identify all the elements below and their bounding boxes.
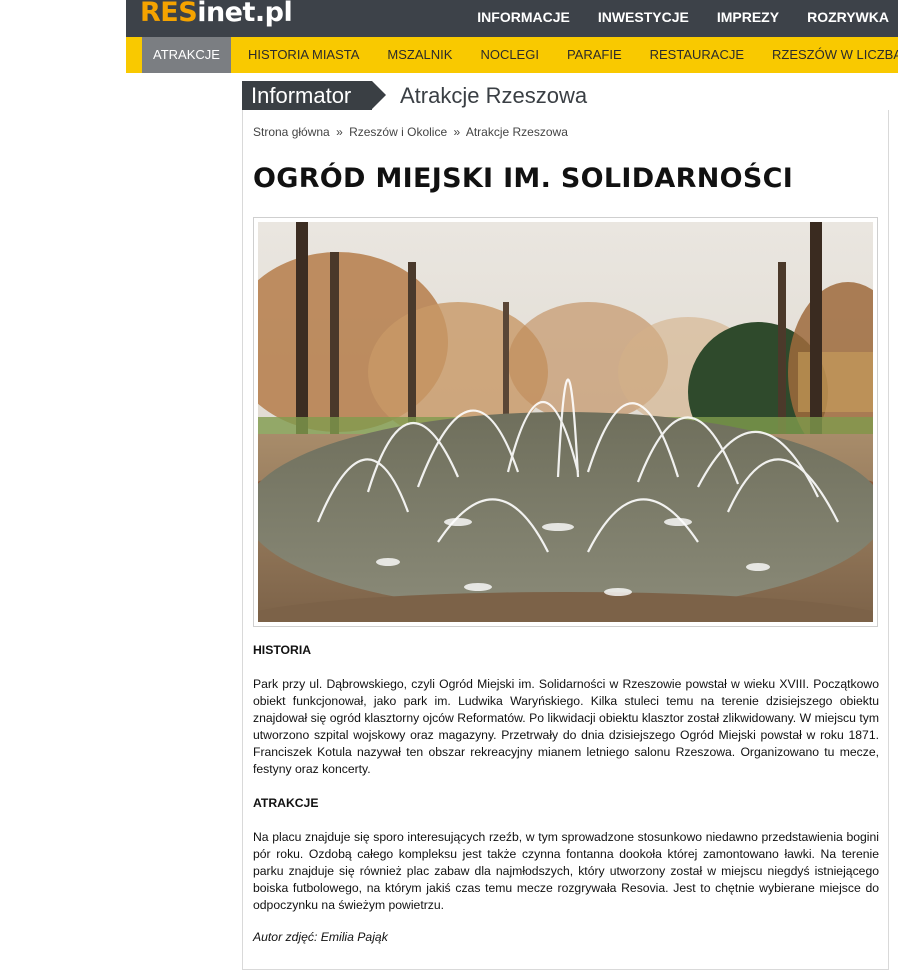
subnav-mszalnik[interactable]: MSZALNIK <box>373 37 466 73</box>
breadcrumb-level1[interactable]: Rzeszów i Okolice <box>349 125 447 139</box>
subnav-parafie[interactable]: PARAFIE <box>553 37 636 73</box>
subnav-atrakcje[interactable]: ATRAKCJE <box>142 37 231 73</box>
subnav-historia-miasta[interactable]: HISTORIA MIASTA <box>234 37 373 73</box>
section-header: Informator Atrakcje Rzeszowa <box>242 81 889 110</box>
heading-atrakcje: ATRAKCJE <box>253 796 319 810</box>
heading-historia: HISTORIA <box>253 643 312 657</box>
logo-inet: inet <box>197 0 255 28</box>
article-photo <box>253 217 878 627</box>
top-bar: RESinet.pl INFORMACJE INWESTYCJE IMPREZY… <box>126 0 898 37</box>
sub-nav: ATRAKCJE HISTORIA MIASTA MSZALNIK NOCLEG… <box>126 37 898 73</box>
page-title: OGRÓD MIEJSKI IM. SOLIDARNOŚCI <box>253 163 794 194</box>
breadcrumb-home[interactable]: Strona główna <box>253 125 330 139</box>
main-nav: INFORMACJE INWESTYCJE IMPREZY ROZRYWKA <box>458 0 898 37</box>
logo-pl: .pl <box>254 0 293 28</box>
breadcrumb-separator: » <box>453 125 461 139</box>
paragraph-atrakcje: Na placu znajduje się sporo interesujący… <box>253 830 879 912</box>
photo-author: Autor zdjęć: Emilia Pająk <box>253 930 388 944</box>
section-tag: Informator <box>242 81 386 110</box>
nav-informacje[interactable]: INFORMACJE <box>458 0 579 37</box>
logo-res: RES <box>140 0 198 28</box>
article-container: Strona główna » Rzeszów i Okolice » Atra… <box>242 110 889 970</box>
subnav-noclegi[interactable]: NOCLEGI <box>466 37 553 73</box>
nav-inwestycje[interactable]: INWESTYCJE <box>579 0 698 37</box>
nav-rozrywka[interactable]: ROZRYWKA <box>788 0 898 37</box>
section-title: Atrakcje Rzeszowa <box>400 83 588 108</box>
nav-imprezy[interactable]: IMPREZY <box>698 0 788 37</box>
site-logo[interactable]: RESinet.pl <box>140 0 293 30</box>
subnav-rzeszow-w-liczbach[interactable]: RZESZÓW W LICZBACH <box>758 37 898 73</box>
breadcrumb-separator: » <box>336 125 343 139</box>
paragraph-historia: Park przy ul. Dąbrowskiego, czyli Ogród … <box>253 677 879 776</box>
fountain-photo <box>258 222 873 622</box>
subnav-restauracje[interactable]: RESTAURACJE <box>636 37 758 73</box>
breadcrumb-current[interactable]: Atrakcje Rzeszowa <box>466 125 568 139</box>
breadcrumb: Strona główna » Rzeszów i Okolice » Atra… <box>253 125 568 139</box>
